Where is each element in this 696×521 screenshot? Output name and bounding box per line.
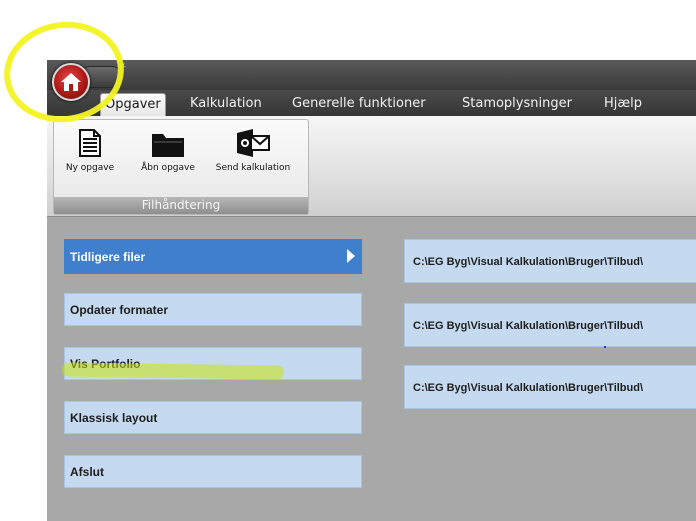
new-document-icon	[79, 129, 101, 157]
menu-item-afslut[interactable]: Afslut	[64, 455, 362, 488]
menu-item-klassisk-layout[interactable]: Klassisk layout	[64, 401, 362, 434]
ribbon-tab-bar: Opgaver Kalkulation Generelle funktioner…	[47, 90, 696, 116]
ribbon-group-label: Filhåndtering	[54, 197, 308, 214]
tab-hjaelp[interactable]: Hjælp	[600, 93, 646, 115]
menu-item-label: Afslut	[70, 465, 104, 479]
recent-file-item[interactable]: C:\EG Byg\Visual Kalkulation\Bruger\Tilb…	[404, 239, 696, 283]
backstage-content: Tidligere filer Opdater formater Vis Por…	[47, 217, 696, 521]
new-task-label: Ny opgave	[65, 163, 115, 173]
tab-generelle-funktioner[interactable]: Generelle funktioner	[288, 93, 430, 115]
recent-file-item[interactable]: C:\EG Byg\Visual Kalkulation\Bruger\Tilb…	[404, 303, 696, 347]
chevron-right-icon	[347, 249, 355, 263]
menu-item-vis-portfolio[interactable]: Vis Portfolio	[64, 347, 362, 380]
menu-item-label: Vis Portfolio	[70, 357, 141, 371]
menu-item-label: Opdater formater	[70, 303, 169, 317]
menu-item-label: Klassisk layout	[70, 411, 158, 425]
menu-item-tidligere-filer[interactable]: Tidligere filer	[64, 239, 362, 274]
recent-file-item[interactable]: C:\EG Byg\Visual Kalkulation\Bruger\Tilb…	[404, 365, 696, 409]
open-folder-icon	[152, 134, 184, 157]
new-task-button[interactable]: Ny opgave	[56, 126, 124, 173]
open-task-label: Åbn opgave	[141, 163, 195, 173]
title-bar: ⩡	[47, 60, 696, 101]
tab-opgaver[interactable]: Opgaver	[100, 93, 166, 116]
menu-item-label: Tidligere filer	[70, 250, 146, 264]
application-menu-button[interactable]	[52, 63, 90, 101]
send-mail-icon	[237, 129, 270, 157]
open-task-button[interactable]: Åbn opgave	[138, 126, 198, 173]
menu-item-opdater-formater[interactable]: Opdater formater	[64, 293, 362, 326]
customize-toolbar-arrow-icon[interactable]: ⩡	[121, 62, 126, 71]
stray-dot	[604, 346, 606, 348]
tab-stamoplysninger[interactable]: Stamoplysninger	[458, 93, 576, 115]
send-calculation-label: Send kalkulation	[215, 163, 291, 173]
tab-kalkulation[interactable]: Kalkulation	[186, 93, 266, 115]
ribbon-group-filhaandtering: Ny opgave Åbn opgave Send kalkulation Fi…	[53, 119, 309, 215]
application-window: ⩡ Opgaver Kalkulation Generelle funktion…	[47, 60, 696, 521]
send-calculation-button[interactable]: Send kalkulation	[204, 126, 302, 173]
home-icon	[61, 73, 81, 91]
ribbon-panel: Ny opgave Åbn opgave Send kalkulation Fi…	[47, 116, 696, 217]
